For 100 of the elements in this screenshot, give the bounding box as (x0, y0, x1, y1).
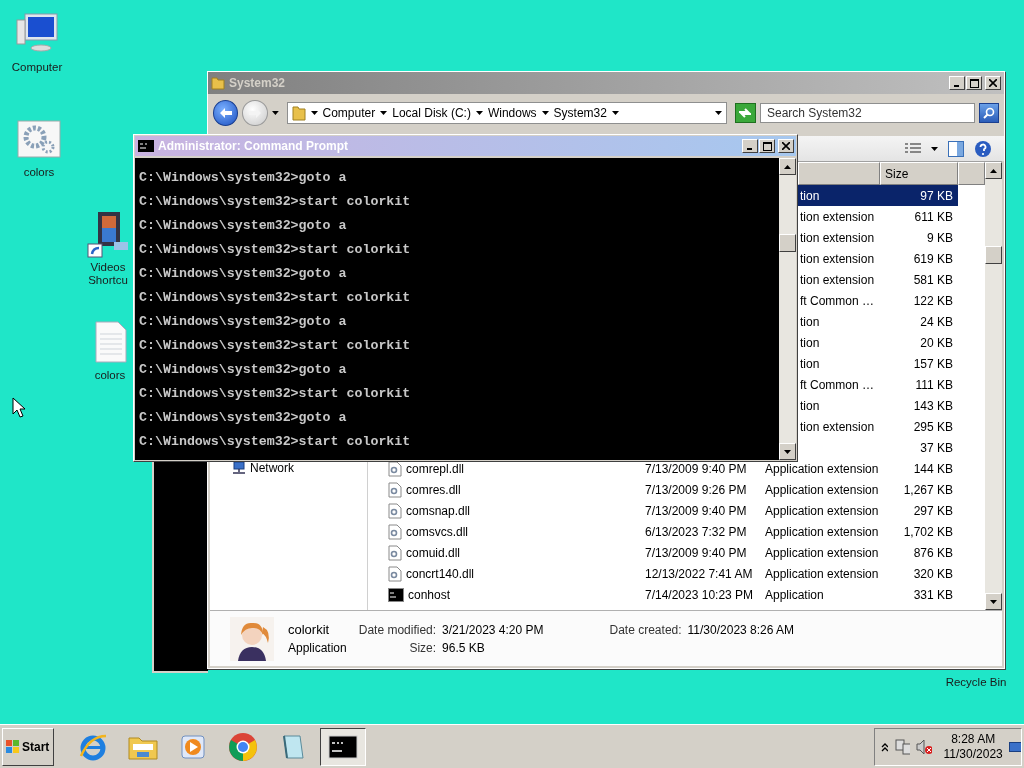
volume-muted-icon[interactable] (915, 738, 932, 755)
folder-icon (291, 105, 306, 121)
view-list-icon[interactable] (905, 142, 921, 155)
search-icon (983, 107, 996, 119)
console-icon (328, 734, 358, 759)
file-type: ft Common … (800, 293, 874, 308)
file-row[interactable]: tion extension 295 KB (798, 416, 958, 437)
file-row[interactable]: tion extension 619 KB (798, 248, 958, 269)
console-line: C:\Windows\system32>goto a (139, 314, 348, 330)
chevron-icon[interactable] (611, 111, 619, 115)
scroll-down-icon[interactable] (990, 599, 997, 604)
show-desktop-icon[interactable] (1008, 739, 1021, 754)
file-gear-icon (388, 481, 402, 498)
file-row[interactable]: tion extension 9 KB (798, 227, 958, 248)
chevron-icon[interactable] (310, 111, 318, 115)
column-header[interactable] (958, 162, 985, 185)
file-row[interactable]: ft Common … 122 KB (798, 290, 958, 311)
preview-pane-icon[interactable] (948, 140, 964, 157)
clock-time[interactable]: 8:28 AM (951, 731, 996, 747)
minimize-button[interactable] (949, 76, 965, 90)
scrollbar[interactable] (985, 162, 1002, 610)
scrollbar[interactable] (779, 158, 796, 460)
search-button[interactable] (979, 103, 999, 123)
search-field[interactable]: Search System32 (760, 103, 976, 123)
back-button[interactable] (213, 100, 239, 126)
file-row[interactable]: comres.dll 7/13/2009 9:26 PM Application extension 1,267 KB (368, 479, 985, 500)
nav-item[interactable]: Network (250, 461, 294, 475)
file-size: 611 KB (914, 209, 953, 224)
file-row[interactable]: ft Common … 111 KB (798, 374, 958, 395)
scroll-thumb[interactable] (779, 234, 796, 252)
breadcrumb[interactable]: System32 (553, 106, 607, 120)
chevron-icon[interactable] (541, 111, 549, 115)
file-size: 581 KB (913, 272, 953, 287)
file-name[interactable]: comres.dll (406, 482, 461, 497)
file-row[interactable]: comsnap.dll 7/13/2009 9:40 PM Application extension 297 KB (368, 500, 985, 521)
network-icon[interactable] (894, 738, 910, 755)
view-dropdown-icon[interactable] (931, 146, 938, 151)
file-size: 157 KB (913, 356, 953, 371)
console-line: C:\Windows\system32>goto a (139, 410, 348, 426)
file-size: 122 KB (913, 293, 953, 308)
file-size: 1,267 KB (903, 482, 953, 497)
date-modified: 7/13/2009 9:40 PM (645, 503, 747, 518)
refresh-button[interactable] (734, 103, 756, 123)
address-dropdown-icon[interactable] (714, 111, 722, 115)
scroll-up-icon[interactable] (784, 164, 791, 169)
taskbar-app-button[interactable] (320, 727, 366, 766)
file-name[interactable]: conhost (408, 587, 451, 602)
close-button[interactable] (778, 139, 794, 153)
help-icon[interactable] (974, 139, 992, 158)
chevron-icon[interactable] (380, 111, 388, 115)
console-icon (138, 140, 154, 152)
file-type: Application extension (765, 503, 879, 518)
clock-date[interactable]: 11/30/2023 (943, 746, 1003, 762)
file-name[interactable]: comsnap.dll (406, 503, 471, 518)
chevron-up-icon[interactable] (881, 741, 888, 752)
close-button[interactable] (985, 76, 1001, 90)
desktop-icon-label: Recycle Bin (944, 676, 1008, 689)
file-gear-icon (388, 544, 402, 561)
file-row[interactable]: comuid.dll 7/13/2009 9:40 PM Application extension 876 KB (368, 542, 985, 563)
close-icon (989, 79, 997, 87)
file-row[interactable]: tion 20 KB (798, 332, 958, 353)
file-row[interactable]: comsvcs.dll 6/13/2023 7:32 PM Application extension 1,702 KB (368, 521, 985, 542)
file-name[interactable]: comuid.dll (406, 545, 461, 560)
file-row[interactable]: comrepl.dll 7/13/2009 9:40 PM Application extension 144 KB (368, 458, 985, 479)
breadcrumb[interactable]: Computer (322, 106, 376, 120)
address-bar[interactable]: Computer Local Disk (C:) Windows System32 (286, 102, 727, 124)
file-name[interactable]: concrt140.dll (406, 566, 475, 581)
breadcrumb[interactable]: Local Disk (C:) (392, 106, 471, 120)
scroll-down-icon[interactable] (784, 449, 791, 454)
back-arrow-icon (219, 108, 232, 118)
file-row[interactable]: tion extension 611 KB (798, 206, 958, 227)
file-type: tion (800, 335, 820, 350)
file-row[interactable]: tion 157 KB (798, 353, 958, 374)
file-type: Application extension (765, 524, 879, 539)
desktop-icon-label: colors (93, 369, 127, 382)
breadcrumb[interactable]: Windows (487, 106, 537, 120)
file-type: tion (800, 314, 820, 329)
file-row[interactable]: tion 24 KB (798, 311, 958, 332)
file-row[interactable]: 37 KB (798, 437, 958, 458)
date-modified: 7/13/2009 9:40 PM (645, 545, 747, 560)
maximize-button[interactable] (966, 76, 982, 90)
history-dropdown-icon[interactable] (271, 111, 279, 115)
minimize-button[interactable] (742, 139, 758, 153)
file-name[interactable]: comrepl.dll (406, 461, 465, 476)
scroll-up-icon[interactable] (990, 168, 997, 173)
field-value: 11/30/2023 8:26 AM (687, 623, 795, 637)
file-name[interactable]: comsvcs.dll (406, 524, 468, 539)
chevron-icon[interactable] (475, 111, 483, 115)
file-row[interactable]: conhost 7/14/2023 10:23 PM Application 331 KB (368, 584, 985, 605)
file-type: ft Common … (800, 377, 874, 392)
start-button[interactable]: Start (2, 727, 54, 766)
column-header[interactable]: Size (880, 162, 958, 185)
file-size: 9 KB (927, 230, 953, 245)
file-row[interactable]: tion extension 581 KB (798, 269, 958, 290)
file-row[interactable]: tion 143 KB (798, 395, 958, 416)
scroll-thumb[interactable] (985, 246, 1002, 264)
column-header[interactable] (798, 162, 880, 185)
console-icon (388, 587, 404, 602)
maximize-button[interactable] (759, 139, 775, 153)
file-row[interactable]: concrt140.dll 12/13/2022 7:41 AM Application extension 320 KB (368, 563, 985, 584)
